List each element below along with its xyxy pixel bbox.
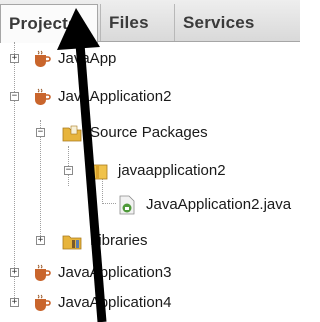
collapse-toggle-icon[interactable]: −: [64, 166, 73, 175]
libraries-folder-icon: [62, 235, 82, 250]
expand-toggle-icon[interactable]: +: [10, 298, 19, 307]
tab-files[interactable]: Files: [100, 4, 172, 41]
tree-item-javaapplication2-java[interactable]: JavaApplication2.java: [0, 192, 300, 218]
tree-item-label: javaapplication2: [118, 162, 226, 179]
coffee-cup-project-icon: [35, 264, 51, 281]
tab-services[interactable]: Services: [174, 4, 278, 41]
collapse-toggle-icon[interactable]: −: [10, 92, 19, 101]
tree-item-label: JavaApplication2.java: [146, 196, 292, 213]
coffee-cup-project-icon: [35, 294, 51, 311]
coffee-cup-project-icon: [35, 88, 51, 105]
tree-item-javaapplication3[interactable]: + JavaApplication3: [0, 260, 300, 286]
tree-item-package-javaapplication2[interactable]: − javaapplication2: [0, 158, 300, 184]
tree-item-javaapp[interactable]: + JavaApp: [0, 46, 300, 72]
expand-toggle-icon[interactable]: +: [10, 54, 19, 63]
tree-item-label: JavaApplication3: [58, 264, 172, 281]
package-icon: [91, 164, 108, 180]
project-tree: + JavaApp − JavaApplication2 − Source Pa…: [0, 42, 300, 322]
tab-projects[interactable]: Projects: [0, 4, 98, 43]
tree-item-label: Source Packages: [90, 124, 208, 141]
tree-item-javaapplication4[interactable]: + JavaApplication4: [0, 290, 300, 316]
coffee-cup-project-icon: [35, 50, 51, 67]
java-file-icon: [119, 195, 135, 215]
tree-item-label: Libraries: [90, 232, 148, 249]
expand-toggle-icon[interactable]: +: [10, 268, 19, 277]
tree-item-libraries[interactable]: + Libraries: [0, 228, 300, 254]
tree-item-source-packages[interactable]: − Source Packages: [0, 120, 300, 146]
projects-window-tabbar: Projects Files Services: [0, 0, 300, 43]
source-packages-folder-icon: [62, 125, 82, 142]
expand-toggle-icon[interactable]: +: [36, 236, 45, 245]
collapse-toggle-icon[interactable]: −: [36, 128, 45, 137]
tree-item-label: JavaApplication4: [58, 294, 172, 311]
tree-item-label: JavaApp: [58, 50, 117, 67]
tree-item-label: JavaApplication2: [58, 88, 172, 105]
tree-item-javaapplication2[interactable]: − JavaApplication2: [0, 84, 300, 110]
